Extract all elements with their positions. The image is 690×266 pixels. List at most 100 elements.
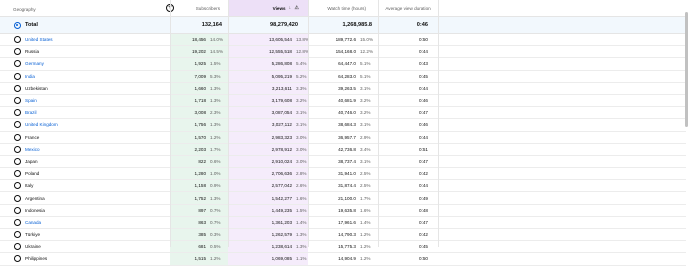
table-row[interactable]: Philippines 1,515 1.2% 1,069,085 1.1% 14… [0,253,686,266]
country-name[interactable]: Brazil [25,107,165,118]
radio-button-icon[interactable] [13,231,21,239]
row-radio[interactable] [13,168,21,179]
table-row[interactable]: Japan 822 0.6% 2,910,024 3.0% 38,737.4 3… [0,155,686,169]
total-watch-time: 1,268,985.8 [342,22,372,28]
radio-button-icon[interactable] [13,255,21,263]
table-row[interactable]: United States 18,456 14.0% 13,605,544 13… [0,34,686,47]
watch-time-value: 38,737.4 [338,158,356,164]
views-cell: 2,978,912 3.0% [228,143,308,155]
table-row[interactable]: Italy 1,158 0.9% 2,577,042 2.6% 31,874.4… [0,180,686,193]
sort-desc-icon[interactable]: ↓ ⚠ [289,5,300,11]
watch-time-percent: 3.2% [360,98,371,104]
row-radio[interactable] [13,58,21,69]
radio-button-icon[interactable] [13,182,21,190]
views-value: 1,262,579 [271,232,292,238]
watch-time-value: 189,772.6 [335,37,356,43]
radio-button-icon[interactable] [13,60,21,68]
row-radio[interactable] [13,205,21,216]
row-radio[interactable] [13,119,21,130]
row-radio[interactable] [13,229,21,240]
views-percent: 3.0% [296,146,307,152]
radio-checked-icon[interactable] [13,21,21,29]
avg-view-duration-value: 0:45 [419,73,428,79]
row-radio[interactable] [13,156,21,167]
watch-time-percent: 1.4% [360,219,371,225]
total-radio[interactable] [13,17,21,33]
row-radio[interactable] [13,107,21,118]
header-geography[interactable]: Geography [13,4,36,14]
country-name[interactable]: India [25,71,165,82]
radio-button-icon[interactable] [13,194,21,202]
vertical-scrollbar[interactable] [685,12,688,127]
radio-button-icon[interactable] [13,97,21,105]
country-name[interactable]: Canada [25,217,165,228]
radio-button-icon[interactable] [13,36,21,44]
row-radio[interactable] [13,132,21,143]
header-watch-time[interactable]: Watch time (hours) [308,0,378,16]
views-percent: 1.4% [296,219,307,225]
radio-button-icon[interactable] [13,145,21,153]
table-row[interactable]: Ukraine 681 0.5% 1,238,614 1.3% 15,775.3… [0,241,686,254]
radio-button-icon[interactable] [13,84,21,92]
radio-button-icon[interactable] [13,133,21,141]
country-name[interactable]: United Kingdom [25,119,165,130]
table-row[interactable]: United Kingdom 1,756 1.3% 3,027,112 3.1%… [0,119,686,132]
country-name: Philippines [25,256,48,262]
geography-table: Geography + Subscribers Views ↓ ⚠ Watch … [0,0,686,266]
table-row[interactable]: India 7,009 5.3% 5,095,219 5.2% 64,283.0… [0,70,686,83]
subscribers-value: 1,158 [194,183,207,189]
row-radio[interactable] [13,46,21,57]
table-row[interactable]: Russia 19,202 14.5% 12,555,518 12.8% 154… [0,46,686,59]
radio-button-icon[interactable] [13,48,21,56]
country-name[interactable]: Mexico [25,144,165,155]
views-cell: 5,095,219 5.2% [228,70,308,82]
views-percent: 1.3% [296,232,307,238]
subscribers-percent: 5.3% [210,73,221,79]
views-cell: 3,027,112 3.1% [228,119,308,131]
table-row[interactable]: Canada 863 0.7% 1,361,203 1.4% 17,961.6 … [0,216,686,229]
row-radio[interactable] [13,180,21,191]
radio-button-icon[interactable] [13,157,21,165]
radio-button-icon[interactable] [13,170,21,178]
row-radio[interactable] [13,253,21,264]
table-row[interactable]: Türkiye 385 0.3% 1,262,579 1.3% 14,790.3… [0,229,686,242]
subscribers-cell: 1,718 1.3% [170,94,228,107]
header-avg-view-duration[interactable]: Average view duration [378,0,438,16]
row-radio[interactable] [13,192,21,203]
table-row[interactable]: Uzbekistan 1,660 1.3% 3,213,611 3.3% 39,… [0,82,686,95]
table-row[interactable]: Germany 1,925 1.5% 5,286,808 5.4% 64,447… [0,58,686,71]
views-value: 1,361,203 [271,219,292,225]
table-row[interactable]: Mexico 2,203 1.7% 2,978,912 3.0% 42,736.… [0,143,686,156]
radio-button-icon[interactable] [13,206,21,214]
row-radio[interactable] [13,95,21,106]
subscribers-value: 897 [198,207,206,213]
country-name[interactable]: Spain [25,95,165,106]
total-row[interactable]: Total 132,164 98,279,420 1,268,985.8 0:4… [0,17,686,34]
total-avg-view-duration: 0:46 [416,22,428,28]
views-value: 3,213,611 [271,85,292,91]
radio-button-icon[interactable] [13,218,21,226]
watch-time-value: 31,874.4 [338,183,356,189]
table-row[interactable]: France 1,570 1.2% 2,983,323 3.0% 36,957.… [0,131,686,144]
radio-button-icon[interactable] [13,109,21,117]
table-row[interactable]: Indonesia 897 0.7% 1,449,235 1.5% 19,635… [0,204,686,217]
radio-button-icon[interactable] [13,121,21,129]
subscribers-cell: 1,752 1.3% [170,192,228,204]
table-row[interactable]: Argentina 1,752 1.3% 1,542,277 1.6% 21,1… [0,192,686,205]
watch-time-cell: 14,904.9 1.2% [308,253,378,264]
row-radio[interactable] [13,71,21,82]
header-subscribers[interactable]: Subscribers [170,0,228,16]
subscribers-cell: 3,008 2.3% [170,107,228,119]
table-row[interactable]: Poland 1,280 1.0% 2,706,636 2.8% 31,941.… [0,168,686,181]
row-radio[interactable] [13,217,21,228]
row-radio[interactable] [13,144,21,155]
country-name[interactable]: United States [25,34,165,45]
radio-button-icon[interactable] [13,72,21,80]
views-percent: 2.8% [296,171,307,177]
table-row[interactable]: Brazil 3,008 2.3% 3,087,054 3.1% 40,746.… [0,107,686,120]
table-row[interactable]: Spain 1,718 1.3% 3,179,608 3.2% 40,681.9… [0,94,686,108]
header-views[interactable]: Views ↓ ⚠ [228,0,308,16]
row-radio[interactable] [13,83,21,94]
country-name[interactable]: Germany [25,58,165,69]
row-radio[interactable] [13,34,21,45]
